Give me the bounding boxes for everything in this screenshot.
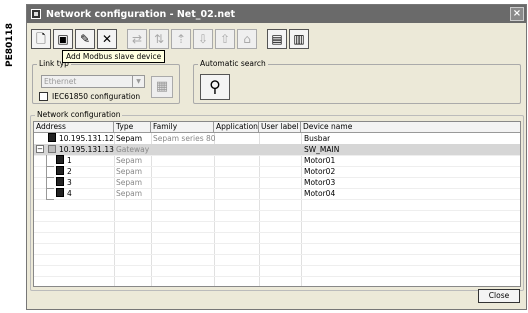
row-address: 1 [67, 156, 72, 165]
app-icon [31, 9, 41, 19]
link-settings-icon[interactable]: ▦ [151, 76, 173, 98]
link-type-group: Link typ Ethernet ▼ IEC61850 configurati… [32, 59, 180, 104]
iec61850-checkbox[interactable] [39, 92, 48, 101]
table-row-selected[interactable]: − 10.195.131.13 Gateway SW_MAIN [34, 144, 520, 155]
row-type: Sepam [116, 189, 143, 198]
row-address: 3 [67, 178, 72, 187]
sepam-device-icon [48, 133, 56, 142]
column-device-name[interactable]: Device name [301, 122, 520, 133]
column-user-label[interactable]: User label [259, 122, 301, 133]
tooltip: Add Modbus slave device [62, 50, 166, 63]
close-button[interactable]: Close [478, 289, 520, 303]
sepam-device-icon [56, 166, 64, 175]
network-legend: Network configuration [35, 110, 123, 119]
network-tool-2-icon[interactable]: ⇅ [149, 29, 169, 49]
link-type-value: Ethernet [44, 77, 77, 86]
row-address: 4 [67, 189, 72, 198]
save-all-icon[interactable]: ▥ [289, 29, 309, 49]
automatic-search-legend: Automatic search [198, 59, 268, 68]
row-address: 2 [67, 167, 72, 176]
sepam-device-icon [56, 188, 64, 197]
download-icon[interactable]: ⇩ [193, 29, 213, 49]
figure-id: PE80118 [5, 22, 15, 68]
edit-device-icon[interactable]: ✎ [75, 29, 95, 49]
window-title: Network configuration - Net_02.net [46, 8, 236, 20]
row-device-name: Motor03 [304, 178, 336, 187]
row-address: 10.195.131.13 [59, 145, 114, 154]
table-row[interactable]: 3 Sepam Motor03 [34, 177, 520, 188]
column-type[interactable]: Type [114, 122, 151, 133]
collapse-icon[interactable]: − [36, 145, 44, 153]
row-device-name: Motor04 [304, 189, 336, 198]
table-row[interactable]: 1 Sepam Motor01 [34, 155, 520, 166]
search-icon[interactable]: ⚲ [200, 74, 230, 100]
row-type: Sepam [116, 156, 143, 165]
title-bar: Network configuration - Net_02.net × [27, 5, 526, 23]
sepam-device-icon [56, 177, 64, 186]
row-type: Sepam [116, 178, 143, 187]
network-tool-icon[interactable]: ⇄ [127, 29, 147, 49]
row-type: Sepam [116, 134, 143, 143]
device-list[interactable]: Address Type Family Application User lab… [33, 121, 521, 287]
properties-icon[interactable]: ⌂ [237, 29, 257, 49]
add-device-icon[interactable]: ▣ [53, 29, 73, 49]
column-application[interactable]: Application [214, 122, 259, 133]
row-device-name: Busbar [304, 134, 331, 143]
automatic-search-group: Automatic search ⚲ [193, 59, 521, 104]
table-row[interactable]: 4 Sepam Motor04 [34, 188, 520, 199]
link-type-select[interactable]: Ethernet ▼ [41, 75, 145, 88]
chevron-down-icon[interactable]: ▼ [132, 76, 144, 87]
row-device-name: Motor02 [304, 167, 336, 176]
row-device-name: SW_MAIN [304, 145, 340, 154]
column-family[interactable]: Family [151, 122, 214, 133]
table-row[interactable]: 2 Sepam Motor02 [34, 166, 520, 177]
upload-icon[interactable]: ⇧ [215, 29, 235, 49]
save-icon[interactable]: ▤ [267, 29, 287, 49]
gateway-icon [48, 145, 56, 153]
row-type: Sepam [116, 167, 143, 176]
table-row[interactable]: 10.195.131.12 Sepam Sepam series 80 Busb… [34, 133, 520, 144]
delete-icon[interactable]: ✕ [97, 29, 117, 49]
network-tool-3-icon[interactable]: ⇡ [171, 29, 191, 49]
column-address[interactable]: Address [34, 122, 114, 133]
new-document-icon[interactable]: 🗋 [31, 29, 51, 49]
row-device-name: Motor01 [304, 156, 336, 165]
row-type: Gateway [116, 145, 150, 154]
row-family: Sepam series 80 [153, 134, 216, 143]
iec61850-label: IEC61850 configuration [52, 92, 141, 101]
row-address: 10.195.131.12 [59, 134, 114, 143]
toolbar: 🗋 ▣ ✎ ✕ ⇄ ⇅ ⇡ ⇩ ⇧ ⌂ ▤ ▥ [31, 26, 309, 52]
sepam-device-icon [56, 155, 64, 164]
window-close-icon[interactable]: × [510, 7, 524, 21]
